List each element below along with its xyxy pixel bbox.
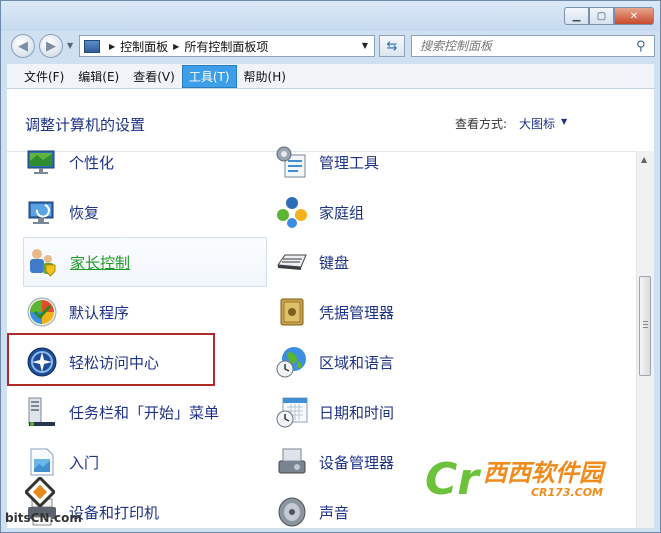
item-label: 恢复: [69, 203, 100, 222]
bitscn-watermark: bitsCN.com: [5, 477, 95, 529]
item-label: 凭据管理器: [319, 303, 395, 322]
address-bar[interactable]: ▶ 控制面板 ▶ 所有控制面板项 ▼: [79, 35, 375, 57]
breadcrumb-all-items[interactable]: 所有控制面板项: [184, 38, 268, 55]
view-by-arrow-icon[interactable]: ▼: [561, 117, 567, 126]
address-dropdown-icon[interactable]: ▼: [362, 41, 368, 50]
menu-view[interactable]: 查看(V): [126, 65, 182, 88]
scroll-thumb[interactable]: [639, 276, 651, 376]
grip-line: [643, 321, 648, 322]
item-label: 家长控制: [70, 253, 131, 272]
navigation-row: ◀ ▶ ▼ ▶ 控制面板 ▶ 所有控制面板项 ▼ ⇆ ⚲: [1, 31, 660, 61]
scroll-up-arrow-icon[interactable]: ▲: [641, 155, 647, 164]
search-input[interactable]: [412, 36, 636, 56]
item-default-programs[interactable]: 默认程序: [25, 290, 129, 334]
minimize-button[interactable]: ▁: [564, 7, 589, 25]
item-keyboard[interactable]: 键盘: [275, 240, 349, 284]
item-label: 日期和时间: [319, 403, 395, 422]
grip-line: [643, 324, 648, 325]
item-sound[interactable]: 声音: [275, 490, 349, 528]
sound-icon: [278, 497, 306, 527]
recent-pages-dropdown-icon[interactable]: ▼: [67, 41, 73, 50]
cr-logo-letter: Cr: [425, 454, 479, 505]
device-manager-icon: [278, 448, 306, 474]
credential-manager-icon: [280, 298, 304, 326]
menu-edit[interactable]: 编辑(E): [71, 65, 126, 88]
breadcrumb-control-panel[interactable]: 控制面板: [120, 38, 168, 55]
refresh-button[interactable]: ⇆: [379, 35, 405, 57]
bitscn-logo-icon: [25, 477, 55, 507]
control-panel-icon: [84, 39, 100, 53]
cr-watermark-url: CR173.COM: [530, 486, 603, 500]
item-label: 键盘: [319, 253, 350, 272]
region-language-icon: [276, 347, 306, 378]
homegroup-icon: [277, 197, 307, 228]
caption-buttons: ▁ ▢ ✕: [564, 7, 654, 25]
item-label: 默认程序: [69, 303, 130, 322]
view-by-label: 查看方式:: [455, 117, 508, 131]
item-parental-controls[interactable]: 家长控制: [23, 237, 267, 287]
control-panel-window: ▁ ▢ ✕ ◀ ▶ ▼ ▶ 控制面板 ▶ 所有控制面板项 ▼ ⇆ ⚲ 文件(F)…: [0, 0, 661, 533]
taskbar-icon: [28, 397, 55, 426]
highlight-box: [7, 333, 215, 386]
item-credential-manager[interactable]: 凭据管理器: [275, 290, 394, 334]
grip-line: [643, 327, 648, 328]
item-recovery[interactable]: 恢复: [25, 190, 99, 234]
refresh-icon: ⇆: [386, 38, 398, 54]
menu-file[interactable]: 文件(F): [17, 65, 71, 88]
search-box: ⚲: [411, 35, 655, 57]
keyboard-icon: [277, 254, 307, 270]
breadcrumb-arrow-icon[interactable]: ▶: [109, 42, 115, 51]
page-title: 调整计算机的设置: [25, 116, 146, 134]
item-label: 区域和语言: [319, 353, 395, 372]
menu-help[interactable]: 帮助(H): [237, 65, 293, 88]
date-time-icon: [276, 397, 308, 428]
menu-bar: 文件(F) 编辑(E) 查看(V) 工具(T) 帮助(H): [7, 64, 654, 89]
title-bar: ▁ ▢ ✕: [1, 1, 660, 31]
item-label: 管理工具: [319, 153, 380, 172]
item-region-language[interactable]: 区域和语言: [275, 340, 394, 384]
item-device-manager[interactable]: 设备管理器: [275, 440, 394, 484]
view-by-dropdown[interactable]: 大图标: [519, 115, 555, 132]
default-programs-icon: [27, 297, 57, 327]
personalization-icon: [27, 150, 55, 174]
close-button[interactable]: ✕: [614, 7, 654, 25]
item-admin-tools[interactable]: 管理工具: [275, 140, 379, 184]
cr173-watermark: Cr 西西软件园 CR173.COM: [425, 453, 657, 507]
item-personalization[interactable]: 个性化: [25, 140, 114, 184]
menu-tools[interactable]: 工具(T): [181, 64, 237, 88]
back-button[interactable]: ◀: [11, 34, 35, 58]
search-icon[interactable]: ⚲: [636, 39, 654, 54]
parental-controls-icon: [30, 249, 56, 277]
item-label: 声音: [319, 503, 350, 522]
getting-started-icon: [30, 448, 54, 476]
item-label: 个性化: [69, 153, 115, 172]
item-date-time[interactable]: 日期和时间: [275, 390, 394, 434]
admin-tools-icon: [276, 146, 306, 178]
item-label: 家庭组: [319, 203, 365, 222]
item-label: 入门: [69, 453, 100, 472]
item-homegroup[interactable]: 家庭组: [275, 190, 364, 234]
bitscn-watermark-text: bitsCN.com: [5, 511, 82, 525]
breadcrumb-arrow-icon[interactable]: ▶: [173, 42, 179, 51]
item-label: 设备管理器: [319, 453, 395, 472]
recovery-icon: [28, 201, 54, 224]
item-taskbar-start-menu[interactable]: 任务栏和「开始」菜单: [25, 390, 219, 434]
maximize-button[interactable]: ▢: [589, 7, 614, 25]
forward-button[interactable]: ▶: [39, 34, 63, 58]
cr-watermark-title: 西西软件园: [483, 458, 603, 487]
item-label: 任务栏和「开始」菜单: [69, 403, 220, 422]
